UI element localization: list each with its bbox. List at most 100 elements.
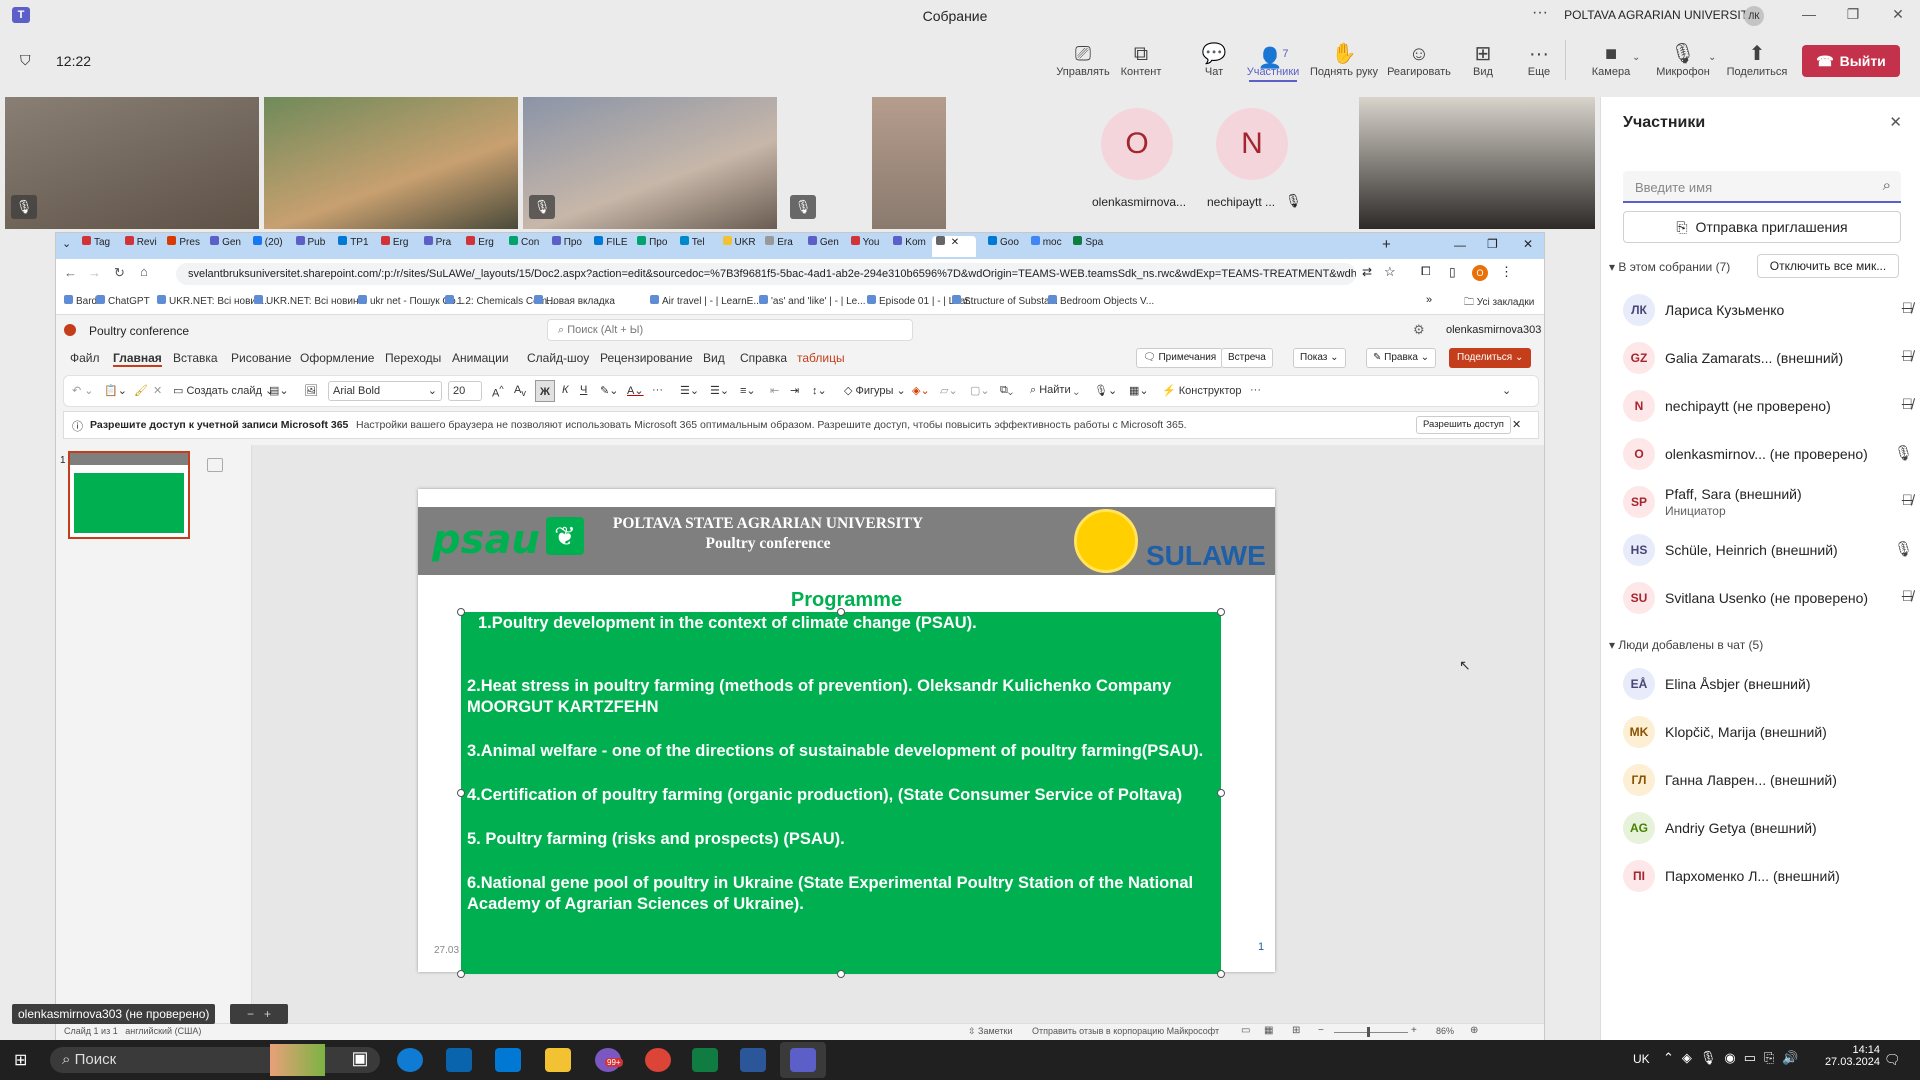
bookmark-item[interactable]: 'as' and 'like' | - | Le... <box>759 295 866 307</box>
arrange-icon[interactable]: ⧉⌄ <box>1000 384 1013 397</box>
mic-on-icon[interactable]: 🎙 <box>1894 540 1913 558</box>
close-icon[interactable]: ✕ <box>1512 418 1521 431</box>
forward-icon[interactable]: → <box>88 265 101 280</box>
bookmark-item[interactable]: Bedroom Objects V... <box>1048 295 1154 307</box>
sidebar-icon[interactable]: ▯ <box>1449 265 1456 279</box>
participant-row[interactable]: ПІ Пархоменко Л... (внешний) <box>1623 860 1913 896</box>
browser-tab[interactable]: Pres <box>163 236 201 257</box>
browser-tab[interactable]: Revi <box>121 236 159 257</box>
minimize-icon[interactable]: — <box>1799 6 1819 22</box>
participant-row[interactable]: AG Andriy Getya (внешний) <box>1623 812 1913 848</box>
mic-options-chevron-icon[interactable]: ⌄ <box>1708 52 1716 63</box>
browser-tab[interactable]: TP1 <box>334 236 372 257</box>
bookmark-item[interactable]: UKR.NET: Всі новин... <box>254 295 367 307</box>
zoom-slider[interactable] <box>1334 1032 1408 1033</box>
clear-format-icon[interactable]: ✕ <box>153 384 162 397</box>
mic-on-icon[interactable]: 🎙 <box>1894 444 1913 462</box>
participants-button[interactable]: 👤7 Участники <box>1242 42 1304 82</box>
participant-row[interactable]: EÅ Elina Åsbjer (внешний) <box>1623 668 1913 704</box>
shape-effects-icon[interactable]: ▢⌄ <box>970 384 990 397</box>
bookmark-item[interactable]: Structure of Substa... <box>952 295 1058 307</box>
viber-icon[interactable]: 99+ <box>595 1048 623 1072</box>
slide[interactable]: psau ❦ POLTAVA STATE AGRARIAN UNIVERSITY… <box>418 489 1275 978</box>
resize-handle[interactable] <box>1217 608 1225 616</box>
highlight-icon[interactable]: ✎⌄ <box>600 384 618 397</box>
participant-row[interactable]: MK Klopčič, Marija (внешний) <box>1623 716 1913 752</box>
ppt-menu-tab[interactable]: Оформление <box>300 351 374 365</box>
browser-tab[interactable]: Era <box>761 236 799 257</box>
leave-button[interactable]: ☎ Выйти <box>1802 45 1900 77</box>
font-family-select[interactable]: Arial Bold ⌄ <box>328 381 442 401</box>
participant-search-input[interactable]: Введите имя ⌕ <box>1623 171 1901 203</box>
zoom-out-icon[interactable]: − <box>1318 1025 1324 1036</box>
teams-taskbar-active[interactable] <box>780 1042 826 1078</box>
notifications-icon[interactable]: 🗨 <box>1884 1052 1901 1068</box>
react-button[interactable]: ☺ Реагировать <box>1386 42 1452 78</box>
resize-handle[interactable] <box>457 608 465 616</box>
increase-indent-icon[interactable]: ⇥ <box>790 384 799 397</box>
chrome-icon[interactable] <box>645 1048 671 1072</box>
tray-icons[interactable]: ⌃◈🎙◉▭⎘🔊 <box>1663 1050 1807 1066</box>
reload-icon[interactable]: ↻ <box>114 265 125 281</box>
participant-row[interactable]: SP Pfaff, Sara (внешний) Инициатор 🎙̸ <box>1623 486 1913 522</box>
excel-icon[interactable] <box>692 1048 718 1072</box>
notes-button[interactable]: ⇳ Заметки <box>968 1026 1012 1037</box>
participant-row[interactable]: ЛК Лариса Кузьменко 🎙̸ <box>1623 294 1913 330</box>
resize-handle[interactable] <box>457 970 465 978</box>
dictate-icon[interactable]: 🎙⌄ <box>1094 384 1117 397</box>
bookmark-item[interactable]: UKR.NET: Всі новин... <box>157 295 270 307</box>
participant-row[interactable]: ГЛ Ганна Лаврен... (внешний) <box>1623 764 1913 800</box>
share-button[interactable]: ⬆ Поделиться <box>1724 42 1790 78</box>
resize-handle[interactable] <box>457 789 465 797</box>
resize-handle[interactable] <box>1217 789 1225 797</box>
store-icon[interactable] <box>446 1048 472 1072</box>
word-icon[interactable] <box>740 1048 766 1072</box>
video-tile-2[interactable] <box>264 97 518 229</box>
windows-start-icon[interactable]: ⊞ <box>14 1052 32 1070</box>
resize-handle[interactable] <box>1217 970 1225 978</box>
feedback-link[interactable]: Отправить отзыв в корпорацию Майкрософт <box>1032 1026 1219 1036</box>
browser-tab[interactable]: Spa <box>1069 236 1107 257</box>
line-spacing-icon[interactable]: ↕⌄ <box>812 384 827 397</box>
close-icon[interactable]: ✕ <box>1523 237 1533 251</box>
more-options-icon[interactable]: ··· <box>1532 4 1548 22</box>
thumbnail-toggle-icon[interactable] <box>207 458 223 472</box>
view-button[interactable]: ⊞ Вид <box>1452 42 1514 78</box>
browser-tab[interactable]: (20) <box>249 236 287 257</box>
ppt-menu-tab[interactable]: Рисование <box>231 351 291 365</box>
video-tile-5[interactable] <box>1359 97 1595 229</box>
shape-fill-icon[interactable]: ◈⌄ <box>912 384 930 397</box>
shape-outline-icon[interactable]: ▱⌄ <box>940 384 958 397</box>
browser-tab[interactable]: Tag <box>78 236 116 257</box>
zoom-controls[interactable]: − + <box>230 1004 288 1024</box>
edit-mode-button[interactable]: ✎ Правка ⌄ <box>1366 348 1437 368</box>
participant-row[interactable]: Nnechipaytt (не проверено) 🎙̸ <box>1623 390 1913 426</box>
browser-tab[interactable]: Про <box>548 236 586 257</box>
participant-row[interactable]: SU Svitlana Usenko (не проверено) 🎙̸ <box>1623 582 1913 618</box>
ppt-menu-tab[interactable]: Файл <box>70 351 100 365</box>
designer-button[interactable]: ⚡ Конструктор <box>1162 384 1241 397</box>
browser-tab[interactable]: moc <box>1027 236 1065 257</box>
browser-tab[interactable]: Gen <box>804 236 842 257</box>
ppt-menu-tab[interactable]: Анимации <box>452 351 509 365</box>
more-font-icon[interactable]: ··· <box>652 384 663 396</box>
bullets-icon[interactable]: ☰⌄ <box>680 384 699 397</box>
allow-access-button[interactable]: Разрешить доступ <box>1416 416 1511 434</box>
video-tile-4[interactable] <box>872 97 946 229</box>
ppt-menu-tab[interactable]: Рецензирование <box>600 351 693 365</box>
video-tile-1[interactable]: 🎙 <box>5 97 259 229</box>
account-avatar[interactable]: ЛК <box>1744 6 1764 26</box>
chat-people-header[interactable]: ▾ Люди добавлены в чат (5) <box>1609 638 1763 652</box>
present-button[interactable]: Показ ⌄ <box>1293 348 1346 368</box>
mic-off-icon[interactable]: 🎙̸ <box>1902 396 1913 413</box>
in-meeting-header[interactable]: ▾ В этом собрании (7) <box>1609 260 1730 274</box>
task-view-icon[interactable]: ▣ <box>347 1048 373 1072</box>
browser-tab[interactable]: Gen <box>206 236 244 257</box>
input-language[interactable]: UK <box>1633 1052 1650 1066</box>
camera-options-chevron-icon[interactable]: ⌄ <box>1632 52 1640 63</box>
all-bookmarks-folder[interactable]: 🗀 Усі закладки <box>1464 295 1534 312</box>
browser-menu-icon[interactable]: ⋮ <box>1500 264 1513 280</box>
content-button[interactable]: ⧉ Контент <box>1110 42 1172 78</box>
bookmark-star-icon[interactable]: ☆ <box>1384 264 1396 280</box>
participant-row[interactable]: Oolenkasmirnov... (не проверено) 🎙 <box>1623 438 1913 474</box>
